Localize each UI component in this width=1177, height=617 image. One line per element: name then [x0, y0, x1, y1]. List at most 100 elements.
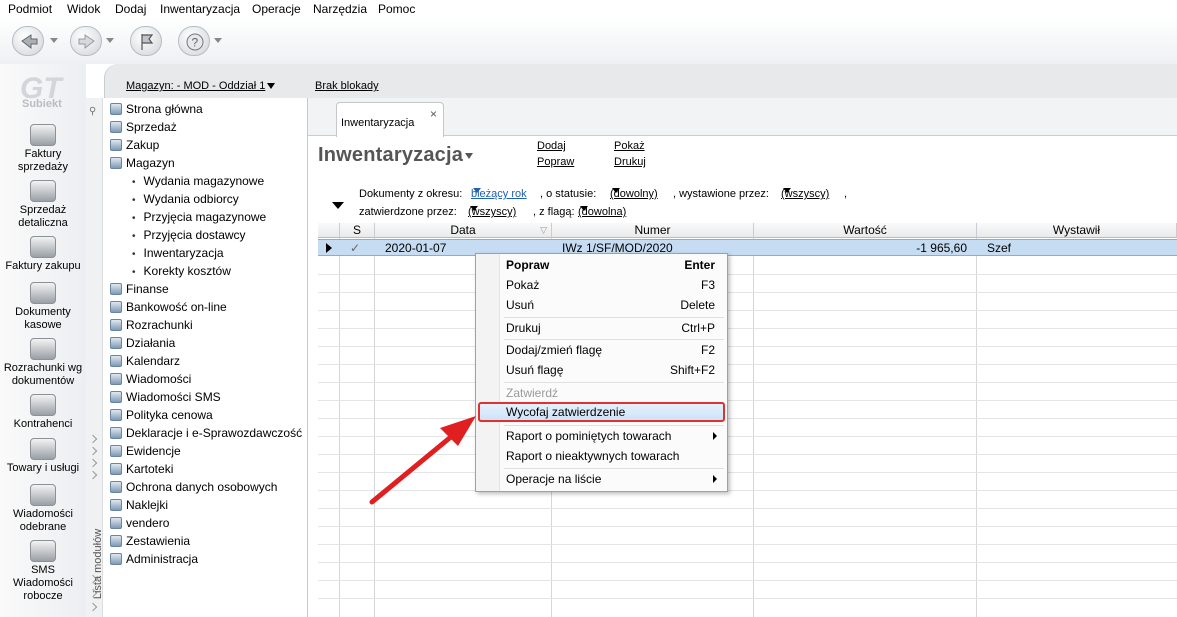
tab-inwentaryzacja[interactable]: Inwentaryzacja × [336, 102, 444, 137]
back-dropdown-icon[interactable] [50, 38, 58, 43]
help-button[interactable]: ? [178, 26, 210, 56]
contractors-icon [30, 394, 56, 416]
menu-item-pokaz[interactable]: Pokaż F3 [476, 275, 727, 295]
nav-towary[interactable]: Towary i usługi [0, 438, 86, 475]
menu-operacje[interactable]: Operacje [252, 2, 301, 16]
menu-item-wycofaj-zatwierdzenie[interactable]: Wycofaj zatwierdzenie [478, 402, 725, 422]
sidebar-sub-przyjecia-dostawcy[interactable]: Przyjęcia dostawcy [132, 228, 246, 244]
menu-inwentaryzacja[interactable]: Inwentaryzacja [160, 2, 240, 16]
sidebar-sub-korekty-kosztow[interactable]: Korekty kosztów [132, 264, 231, 280]
forward-dropdown-icon[interactable] [106, 38, 114, 43]
sidebar-sub-wydania-magazynowe[interactable]: Wydania magazynowe [132, 174, 265, 190]
sidebar-sub-wydania-odbiorcy[interactable]: Wydania odbiorcy [132, 192, 239, 208]
sidebar-item-bankowosc[interactable]: Bankowość on-line [110, 300, 227, 314]
menu-item-usun[interactable]: Usuń Delete [476, 295, 727, 315]
menu-item-raport-pominiete[interactable]: Raport o pominiętych towarach [476, 426, 727, 446]
show-link[interactable]: Pokaż [614, 140, 645, 152]
chevron-right-icon[interactable] [88, 458, 98, 468]
forward-button[interactable] [70, 26, 102, 56]
actions-icon [110, 337, 122, 349]
filter-toggle-icon[interactable] [332, 202, 344, 209]
sidebar-item-wiadomosci[interactable]: Wiadomości [110, 372, 191, 386]
column-header-value[interactable]: Wartość [754, 223, 977, 238]
sidebar-item-magazyn[interactable]: Magazyn [110, 156, 175, 170]
flag-icon [141, 34, 154, 50]
nav-sprzedaz-detaliczna[interactable]: Sprzedaż detaliczna [0, 180, 86, 230]
warehouse-selector[interactable]: Magazyn: - MOD - Oddział 1 [126, 80, 276, 92]
lock-status-link[interactable]: Brak blokady [315, 80, 379, 92]
tab-bar: Inwentaryzacja × [308, 98, 1177, 137]
help-dropdown-icon[interactable] [214, 38, 222, 43]
column-header-marker[interactable] [318, 223, 340, 238]
sidebar-sub-inwentaryzacja[interactable]: Inwentaryzacja [132, 246, 224, 262]
sidebar-item-ochrona-danych[interactable]: Ochrona danych osobowych [110, 480, 277, 494]
favorites-button[interactable] [130, 26, 162, 56]
back-button[interactable] [12, 26, 44, 56]
nav-kontrahenci[interactable]: Kontrahenci [0, 394, 86, 431]
close-icon[interactable]: × [430, 107, 437, 121]
nav-rozrachunki[interactable]: Rozrachunki wg dokumentów [0, 338, 86, 388]
nav-dokumenty-kasowe[interactable]: Dokumenty kasowe [0, 282, 86, 332]
menu-pomoc[interactable]: Pomoc [378, 2, 415, 16]
sms-icon [110, 391, 122, 403]
nav-wiadomosci-odebrane[interactable]: Wiadomości odebrane [0, 484, 86, 534]
sidebar-item-kalendarz[interactable]: Kalendarz [110, 354, 180, 368]
finance-icon [110, 283, 122, 295]
sidebar-item-zestawienia[interactable]: Zestawienia [110, 534, 190, 548]
table-row[interactable]: ✓ 2020-01-07 IWz 1/SF/MOD/2020 -1 965,60… [318, 239, 1177, 256]
submenu-arrow-icon [713, 432, 717, 440]
print-link[interactable]: Drukuj [614, 156, 646, 168]
menu-widok[interactable]: Widok [67, 2, 100, 16]
column-header-date[interactable]: Data ▽ [375, 223, 552, 238]
sidebar-item-finanse[interactable]: Finanse [110, 282, 169, 296]
chevron-right-icon[interactable] [88, 602, 98, 612]
menu-item-usun-flage[interactable]: Usuń flagę Shift+F2 [476, 360, 727, 380]
header-bar: Magazyn: - MOD - Oddział 1 Brak blokady [104, 64, 1177, 98]
chevron-down-icon [783, 188, 791, 193]
sales-icon [110, 121, 122, 133]
menu-item-dodaj-flage[interactable]: Dodaj/zmień flagę F2 [476, 340, 727, 360]
page-title[interactable]: Inwentaryzacja [318, 144, 474, 167]
cell-issuer: Szef [987, 241, 1012, 255]
sidebar-item-wiadomosci-sms[interactable]: Wiadomości SMS [110, 390, 221, 404]
sidebar-item-rozrachunki[interactable]: Rozrachunki [110, 318, 193, 332]
sidebar-item-kartoteki[interactable]: Kartoteki [110, 462, 173, 476]
menu-item-operacje-na-liscie[interactable]: Operacje na liście [476, 469, 727, 489]
nav-faktury-sprzedazy[interactable]: Faktury sprzedaży [0, 124, 86, 174]
column-header-number[interactable]: Numer [552, 223, 754, 238]
chevron-right-icon[interactable] [88, 470, 98, 480]
vendero-icon [110, 517, 122, 529]
module-list-label: Lista modułów [92, 528, 104, 600]
sidebar-item-deklaracje[interactable]: Deklaracje i e-Sprawozdawczość [110, 426, 302, 440]
sidebar-item-vendero[interactable]: vendero [110, 516, 169, 530]
sidebar-item-zakup[interactable]: Zakup [110, 138, 159, 152]
sidebar-item-ewidencje[interactable]: Ewidencje [110, 444, 181, 458]
menu-narzedzia[interactable]: Narzędzia [313, 2, 367, 16]
sidebar-sub-przyjecia-magazynowe[interactable]: Przyjęcia magazynowe [132, 210, 267, 226]
calendar-icon [110, 355, 122, 367]
menu-item-popraw[interactable]: Popraw Enter [476, 255, 727, 275]
column-header-status[interactable]: S [340, 223, 375, 238]
nav-faktury-zakupu[interactable]: Faktury zakupu [0, 236, 86, 273]
edit-link[interactable]: Popraw [537, 156, 574, 168]
chevron-right-icon[interactable] [88, 434, 98, 444]
column-header-issuer[interactable]: Wystawił [977, 223, 1177, 238]
nav-sms-robocze[interactable]: SMS Wiadomości robocze [0, 540, 86, 603]
sidebar-item-strona-glowna[interactable]: Strona główna [110, 102, 203, 116]
sidebar-item-naklejki[interactable]: Naklejki [110, 498, 168, 512]
menu-dodaj[interactable]: Dodaj [115, 2, 146, 16]
sidebar-item-administracja[interactable]: Administracja [110, 552, 198, 566]
pin-icon[interactable]: ⚲ [89, 106, 96, 117]
chevron-right-icon[interactable] [88, 446, 98, 456]
back-arrow-icon [21, 34, 38, 50]
context-menu: Popraw Enter Pokaż F3 Usuń Delete Drukuj Ctr… [475, 253, 728, 492]
menu-podmiot[interactable]: Podmiot [8, 2, 52, 16]
sidebar-item-dzialania[interactable]: Działania [110, 336, 175, 350]
menu-item-drukuj[interactable]: Drukuj Ctrl+P [476, 318, 727, 338]
module-list-strip[interactable]: ⚲ Lista modułów [86, 98, 104, 617]
menu-item-raport-nieaktywne[interactable]: Raport o nieaktywnych towarach [476, 446, 727, 466]
menu-item-zatwierdz[interactable]: Zatwierdź [476, 383, 727, 403]
sidebar-item-polityka-cenowa[interactable]: Polityka cenowa [110, 408, 213, 422]
sidebar-item-sprzedaz[interactable]: Sprzedaż [110, 120, 177, 134]
add-link[interactable]: Dodaj [537, 140, 566, 152]
